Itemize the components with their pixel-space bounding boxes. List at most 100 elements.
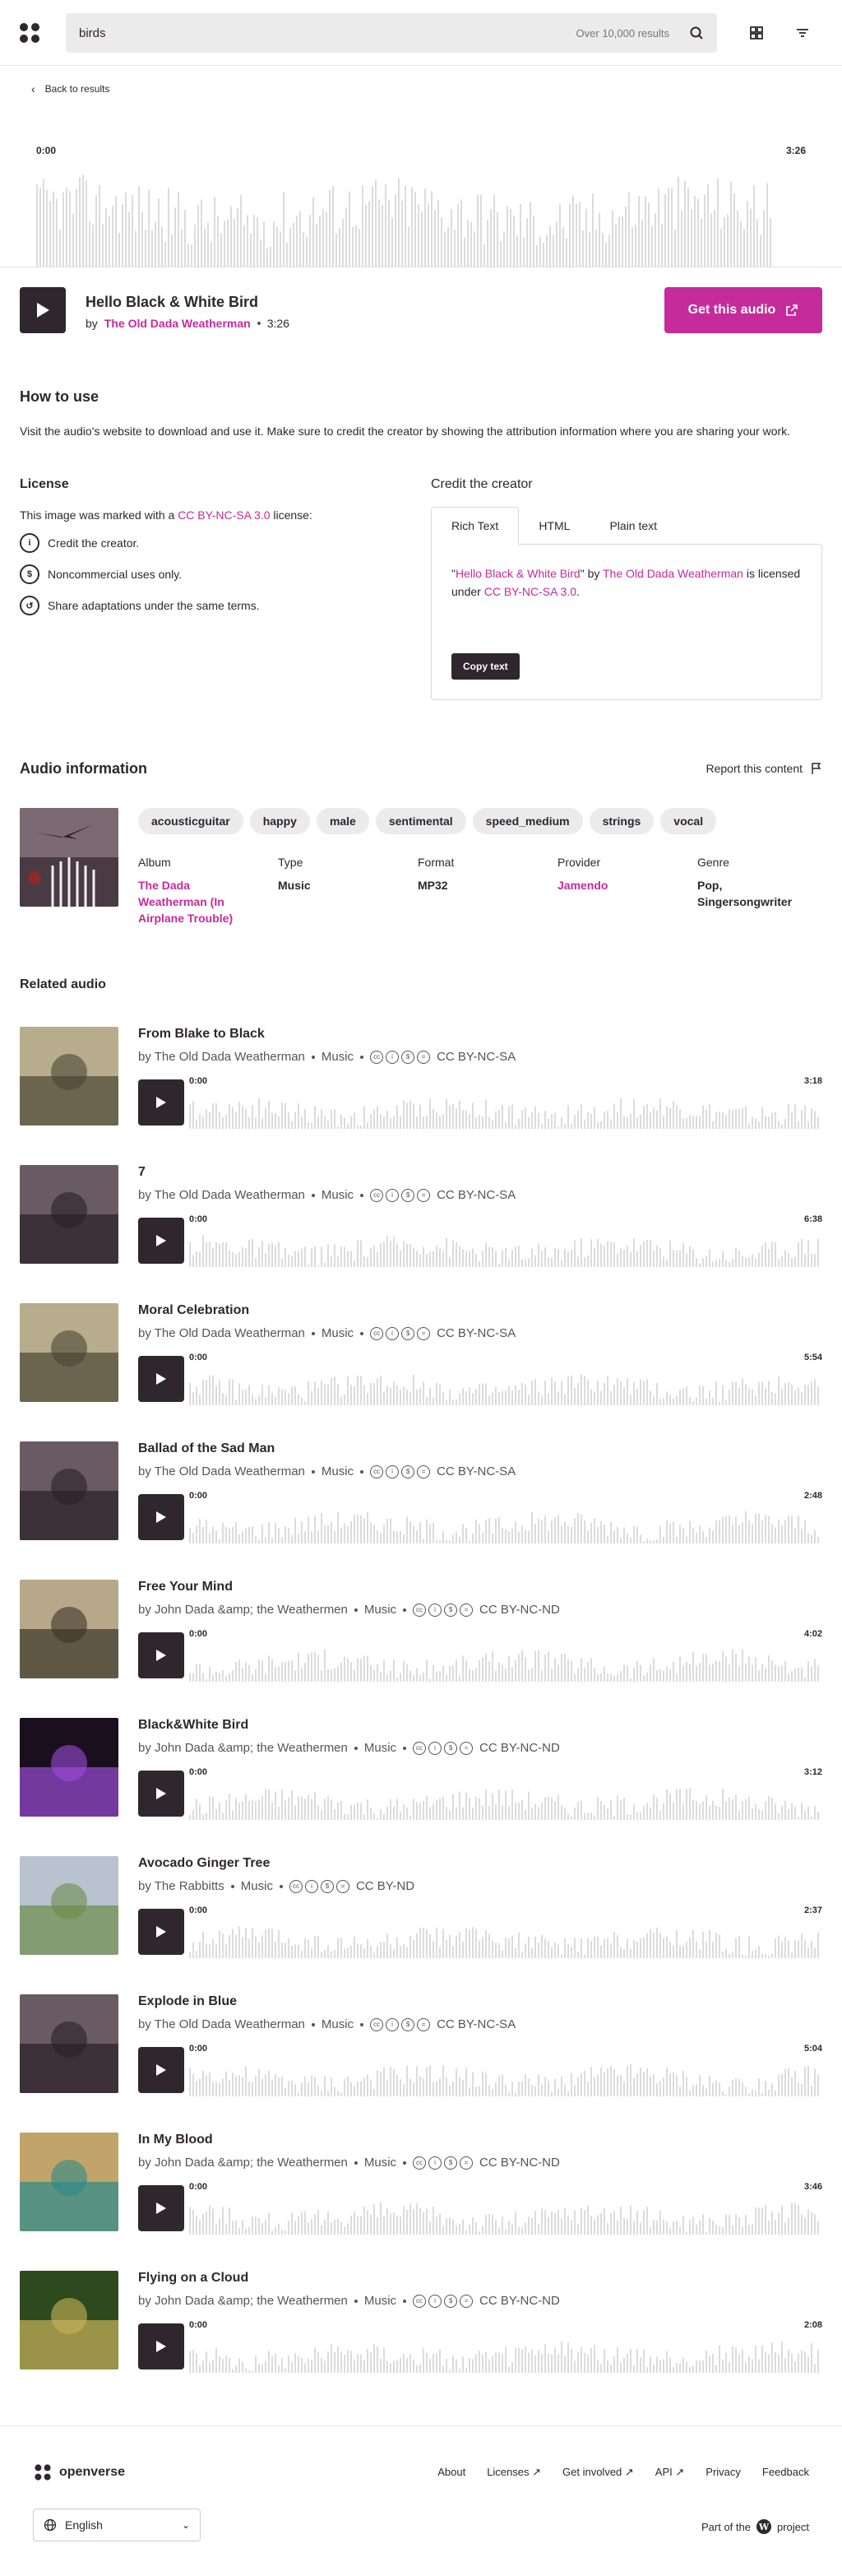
tab-html[interactable]: HTML	[519, 507, 590, 545]
footer-link-licenses[interactable]: Licenses ↗	[487, 2466, 541, 2479]
play-button[interactable]	[20, 287, 66, 333]
related-play-button[interactable]	[138, 1909, 184, 1955]
footer-logo[interactable]: openverse	[33, 2462, 125, 2482]
related-play-button[interactable]	[138, 1494, 184, 1540]
copy-text-button[interactable]: Copy text	[451, 653, 520, 680]
waveform-bar	[528, 1257, 530, 1267]
related-play-button[interactable]	[138, 1218, 184, 1264]
related-play-button[interactable]	[138, 1079, 184, 1126]
waveform-bar	[531, 1248, 533, 1267]
waveform-bar	[331, 1521, 332, 1543]
waveform-bar	[442, 2065, 444, 2096]
related-audio-item[interactable]: Flying on a Cloud by John Dada &amp; the …	[0, 2271, 842, 2409]
footer-link-privacy[interactable]: Privacy	[706, 2466, 741, 2479]
footer-link-about[interactable]: About	[437, 2466, 465, 2479]
search-bar[interactable]: birds Over 10,000 results	[66, 13, 717, 53]
related-title[interactable]: Ballad of the Sad Man	[138, 1441, 275, 1456]
related-audio-item[interactable]: 7 by The Old Dada Weatherman Music cc i $ = CC …	[0, 1165, 842, 1303]
license-link[interactable]: CC BY-NC-SA 3.0	[178, 508, 270, 522]
related-waveform[interactable]	[187, 1076, 822, 1129]
related-audio-item[interactable]: Moral Celebration by The Old Dada Weather…	[0, 1303, 842, 1441]
waveform-bar	[814, 1659, 816, 1682]
related-title[interactable]: From Blake to Black	[138, 1027, 265, 1042]
waveform-bar	[436, 2216, 437, 2235]
credit-work-link[interactable]: Hello Black & White Bird	[456, 567, 581, 580]
tag-item[interactable]: acousticguitar	[138, 808, 243, 834]
back-to-results-link[interactable]: ‹ Back to results	[31, 82, 109, 95]
related-play-button[interactable]	[138, 2047, 184, 2093]
get-this-audio-button[interactable]: Get this audio	[664, 287, 822, 333]
cc-license-icons: cc i $ =	[413, 1603, 474, 1617]
album-link[interactable]: The Dada Weatherman (In Airplane Trouble…	[138, 877, 245, 926]
filter-button[interactable]	[786, 16, 819, 49]
related-audio-item[interactable]: Free Your Mind by John Dada &amp; the Wea…	[0, 1580, 842, 1718]
related-waveform[interactable]	[187, 1767, 822, 1820]
related-title[interactable]: Flying on a Cloud	[138, 2271, 248, 2286]
related-audio-item[interactable]: Black&White Bird by John Dada &amp; the W…	[0, 1718, 842, 1856]
tag-item[interactable]: speed_medium	[472, 808, 583, 834]
related-waveform[interactable]	[187, 2044, 822, 2096]
related-play-button[interactable]	[138, 2323, 184, 2369]
waveform-bar	[755, 1513, 756, 1543]
related-title[interactable]: In My Blood	[138, 2133, 213, 2147]
related-title[interactable]: Free Your Mind	[138, 1580, 233, 1594]
related-title[interactable]: Avocado Ginger Tree	[138, 1856, 270, 1871]
related-audio-item[interactable]: Explode in Blue by The Old Dada Weatherma…	[0, 1994, 842, 2133]
related-play-button[interactable]	[138, 1771, 184, 1817]
tab-rich-text[interactable]: Rich Text	[431, 507, 520, 545]
creator-link[interactable]: The Old Dada Weatherman	[104, 317, 251, 330]
footer-link-get-involved[interactable]: Get involved ↗	[562, 2466, 634, 2479]
language-select[interactable]: English ⌄	[33, 2509, 201, 2541]
related-title[interactable]: Moral Celebration	[138, 1303, 249, 1318]
waveform-bar	[689, 2090, 691, 2096]
waveform-bar	[702, 1654, 704, 1682]
related-waveform[interactable]	[187, 1905, 822, 1958]
search-icon[interactable]	[689, 26, 704, 40]
related-waveform[interactable]	[187, 2182, 822, 2235]
related-waveform[interactable]	[187, 2320, 822, 2373]
waveform-bar	[390, 1518, 391, 1543]
waveform-bar	[686, 2362, 687, 2373]
provider-link[interactable]: Jamendo	[557, 877, 697, 893]
tag-item[interactable]: happy	[249, 808, 310, 834]
waveform-bar	[804, 1105, 806, 1129]
tag-item[interactable]: strings	[589, 808, 655, 834]
related-play-button[interactable]	[138, 1356, 184, 1402]
credit-license-link[interactable]: CC BY-NC-SA 3.0	[484, 585, 576, 598]
related-waveform[interactable]	[187, 1629, 822, 1682]
credit-creator-link[interactable]: The Old Dada Weatherman	[603, 567, 743, 580]
related-audio-item[interactable]: Avocado Ginger Tree by The Rabbitts Music c…	[0, 1856, 842, 1994]
waveform-bar	[574, 1808, 576, 1820]
related-play-button[interactable]	[138, 1632, 184, 1678]
related-audio-item[interactable]: Ballad of the Sad Man by The Old Dada Wea…	[0, 1441, 842, 1580]
how-to-use-text: Visit the audio's website to download an…	[20, 425, 791, 438]
related-audio-item[interactable]: From Blake to Black by The Old Dada Weath…	[0, 1027, 842, 1165]
related-waveform[interactable]	[187, 1491, 822, 1543]
waveform-bar	[377, 2070, 378, 2096]
tag-item[interactable]: sentimental	[375, 808, 466, 834]
content-switch-button[interactable]	[740, 16, 773, 49]
tag-item[interactable]: male	[316, 808, 369, 834]
license-intro: This image was marked with a CC BY-NC-SA…	[20, 508, 312, 522]
waveform-bar	[400, 1389, 401, 1405]
related-waveform[interactable]	[187, 1353, 822, 1405]
related-audio-item[interactable]: In My Blood by John Dada &amp; the Weathe…	[0, 2133, 842, 2271]
related-title[interactable]: Explode in Blue	[138, 1994, 237, 2009]
report-content-button[interactable]: Report this content	[706, 762, 822, 775]
search-input[interactable]: birds	[79, 26, 576, 40]
waveform-bar	[281, 1942, 283, 1958]
footer-link-feedback[interactable]: Feedback	[762, 2466, 809, 2479]
wordpress-part-of[interactable]: Part of the W project	[701, 2518, 809, 2535]
footer-link-api[interactable]: API ↗	[655, 2466, 684, 2479]
related-play-button[interactable]	[138, 2185, 184, 2231]
waveform-bar	[321, 1669, 322, 1682]
related-waveform[interactable]	[187, 1214, 822, 1267]
tag-item[interactable]: vocal	[660, 808, 717, 834]
related-title[interactable]: Black&White Bird	[138, 1718, 248, 1733]
main-waveform[interactable]: 0:00 3:26	[0, 138, 842, 267]
openverse-logo-icon[interactable]	[20, 22, 39, 43]
waveform-bar	[557, 1126, 559, 1129]
related-title[interactable]: 7	[138, 1165, 146, 1180]
waveform-bar	[347, 1947, 349, 1958]
tab-plain-text[interactable]: Plain text	[590, 507, 677, 545]
